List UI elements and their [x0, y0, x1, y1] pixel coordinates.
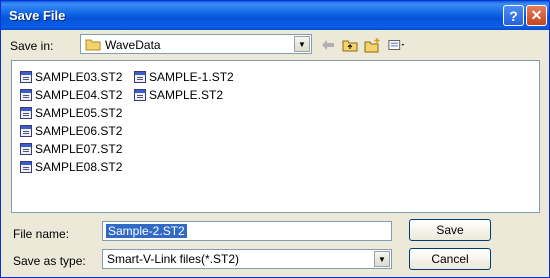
st2-file-icon	[20, 125, 32, 137]
file-item[interactable]: SAMPLE03.ST2	[20, 69, 122, 85]
chevron-down-icon[interactable]: ▼	[374, 251, 390, 267]
file-item[interactable]: SAMPLE04.ST2	[20, 87, 122, 103]
new-folder-icon[interactable]	[364, 36, 382, 54]
save-file-dialog: Save File ? ✕ Save in: WaveData ▼ SAMPLE…	[0, 0, 550, 278]
file-name: SAMPLE07.ST2	[35, 142, 123, 156]
file-name-input[interactable]: Sample-2.ST2	[102, 221, 392, 241]
save-as-type-combo[interactable]: Smart-V-Link files(*.ST2) ▼	[102, 249, 392, 269]
dialog-title: Save File	[9, 8, 66, 23]
file-item[interactable]: SAMPLE-1.ST2	[134, 69, 234, 85]
st2-file-icon	[20, 89, 32, 101]
st2-file-icon	[134, 89, 146, 101]
save-button[interactable]: Save	[409, 219, 491, 241]
file-name: SAMPLE-1.ST2	[149, 70, 234, 84]
file-name: SAMPLE04.ST2	[35, 88, 123, 102]
file-item[interactable]: SAMPLE05.ST2	[20, 105, 122, 121]
st2-file-icon	[20, 107, 32, 119]
file-name-label: File name:	[13, 227, 70, 241]
help-button[interactable]: ?	[503, 5, 524, 26]
file-name: SAMPLE05.ST2	[35, 106, 123, 120]
file-name: SAMPLE06.ST2	[35, 124, 123, 138]
file-name-value: Sample-2.ST2	[106, 224, 187, 238]
folder-icon	[85, 38, 101, 54]
file-name: SAMPLE08.ST2	[35, 160, 123, 174]
file-item[interactable]: SAMPLE06.ST2	[20, 123, 122, 139]
file-name: SAMPLE.ST2	[149, 88, 224, 102]
file-item[interactable]: SAMPLE08.ST2	[20, 159, 122, 175]
save-in-combo[interactable]: WaveData ▼	[80, 34, 312, 54]
title-bar[interactable]: Save File ? ✕	[1, 1, 549, 30]
save-in-value: WaveData	[105, 38, 161, 52]
st2-file-icon	[20, 71, 32, 83]
save-as-type-label: Save as type:	[13, 254, 86, 268]
file-item[interactable]: SAMPLE.ST2	[134, 87, 223, 103]
st2-file-icon	[20, 161, 32, 173]
st2-file-icon	[134, 71, 146, 83]
up-folder-icon[interactable]	[341, 36, 359, 54]
file-list[interactable]: SAMPLE03.ST2 SAMPLE04.ST2 SAMPLE05.ST2 S…	[11, 60, 540, 213]
save-in-label: Save in:	[10, 39, 54, 53]
cancel-button[interactable]: Cancel	[409, 248, 491, 270]
st2-file-icon	[20, 143, 32, 155]
file-name: SAMPLE03.ST2	[35, 70, 123, 84]
save-as-type-value: Smart-V-Link files(*.ST2)	[107, 252, 240, 266]
chevron-down-icon[interactable]: ▼	[294, 36, 310, 52]
back-arrow-icon[interactable]	[319, 36, 337, 54]
file-item[interactable]: SAMPLE07.ST2	[20, 141, 122, 157]
view-menu-icon[interactable]	[388, 36, 406, 54]
close-button[interactable]: ✕	[526, 5, 547, 26]
